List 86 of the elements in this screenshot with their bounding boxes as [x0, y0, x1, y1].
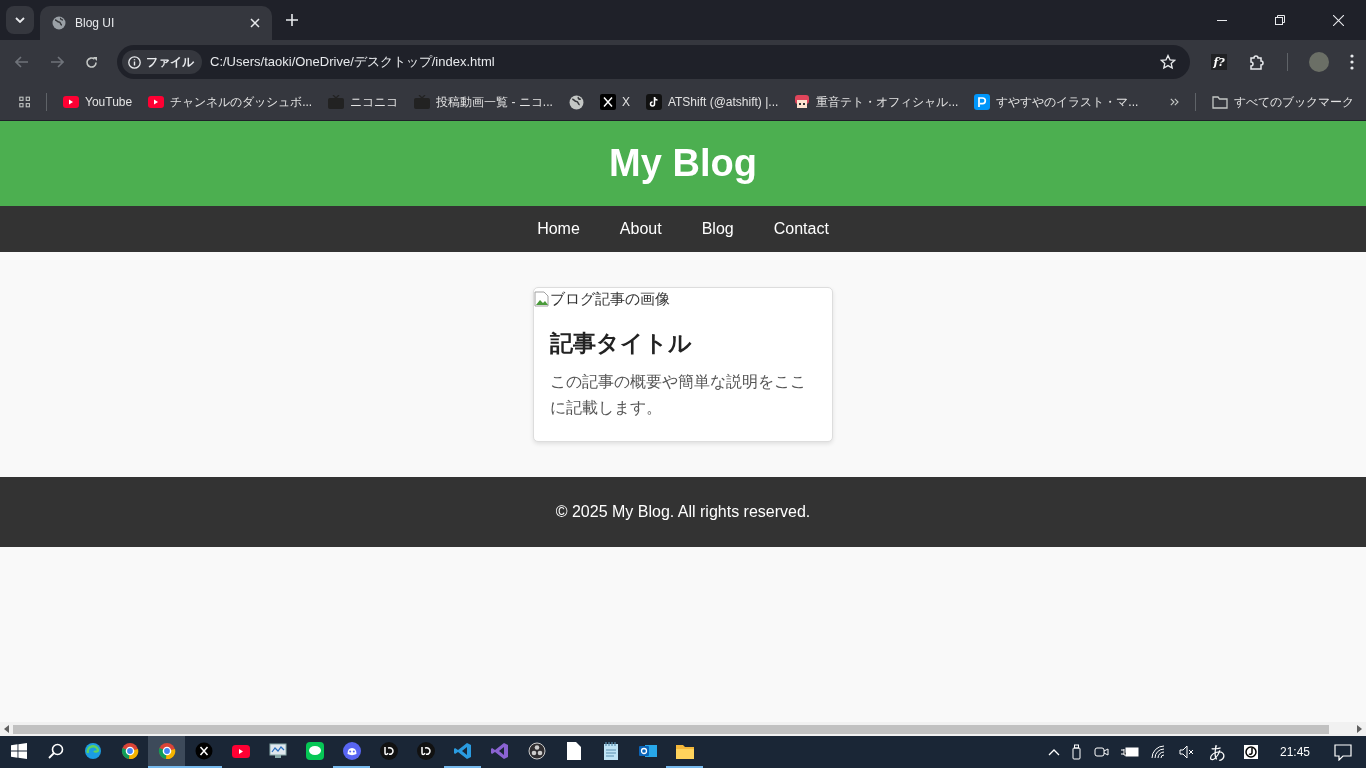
bookmark[interactable]: 重音テト・オフィシャル...	[794, 93, 959, 111]
image-alt-text: ブログ記事の画像	[550, 289, 670, 309]
card-title: 記事タイトル	[550, 329, 693, 358]
minimize-icon[interactable]	[1217, 19, 1227, 21]
star-icon[interactable]	[1160, 54, 1176, 70]
chip-label: ファイル	[146, 53, 194, 71]
info-icon	[128, 55, 141, 69]
monitor-chart-icon	[268, 743, 287, 759]
copyright-text: © 2025 My Blog. All rights reserved.	[555, 503, 811, 521]
notepad-icon	[602, 742, 619, 760]
puzzle-icon[interactable]	[1248, 53, 1266, 71]
horizontal-scrollbar[interactable]	[0, 722, 1366, 736]
nav-link[interactable]: Blog	[701, 220, 734, 238]
tab-list-button[interactable]	[6, 6, 34, 34]
tab-title: Blog UI	[75, 16, 116, 30]
chevron-up-icon[interactable]	[1047, 748, 1060, 756]
swirl-icon	[83, 742, 102, 760]
globe-icon	[568, 94, 584, 110]
play-icon	[63, 96, 80, 108]
notification-icon[interactable]	[1334, 743, 1352, 761]
site-info-chip[interactable]: ファイル	[122, 50, 202, 74]
x-letter-icon	[599, 94, 616, 110]
bookmark[interactable]: YouTube	[63, 95, 133, 109]
nav-link[interactable]: About	[619, 220, 662, 238]
all-bookmarks-button[interactable]: すべてのブックマーク	[1212, 93, 1354, 111]
tv-icon	[328, 95, 345, 109]
browser-icon	[120, 742, 139, 760]
folder-icon	[1212, 95, 1228, 109]
usb-drive-icon[interactable]	[1071, 744, 1082, 760]
bookmark-icon-button[interactable]	[568, 94, 584, 110]
camera-icon[interactable]	[1093, 745, 1109, 759]
bookmark[interactable]: すやすやのイラスト・マ...	[974, 93, 1139, 111]
card-description: この記事の概要や簡単な説明をここに記載します。	[550, 372, 807, 418]
nav-link[interactable]: Contact	[773, 220, 829, 238]
battery-plug-icon[interactable]	[1120, 746, 1139, 758]
more-vertical-icon[interactable]	[1350, 54, 1354, 70]
restore-icon[interactable]	[1275, 15, 1285, 25]
ime-mode-icon[interactable]	[1243, 745, 1258, 759]
round-glyph-icon	[379, 742, 398, 760]
site-title: My Blog	[609, 142, 757, 185]
j-glyph-icon	[1244, 746, 1257, 758]
nav-link[interactable]: Home	[537, 220, 580, 238]
bookmark[interactable]: ニコニコ	[328, 93, 399, 111]
extension-icon[interactable]: f?	[1211, 54, 1227, 70]
p-letter-icon	[974, 94, 991, 110]
document-icon	[566, 742, 581, 760]
close-icon[interactable]	[250, 18, 260, 28]
apps-grid-icon[interactable]	[19, 95, 31, 109]
play-icon	[231, 744, 250, 758]
wifi-icon[interactable]	[1150, 745, 1167, 759]
folder-icon	[675, 743, 694, 759]
chevron-down-icon	[15, 17, 25, 23]
x-letter-icon	[194, 742, 213, 760]
mail-icon	[638, 743, 657, 759]
round-glyph-icon	[416, 742, 435, 760]
scroll-right-icon[interactable]	[1357, 725, 1362, 733]
play-icon	[148, 96, 165, 108]
bookmark[interactable]: X	[599, 94, 630, 110]
search-icon	[47, 743, 64, 759]
forward-arrow-icon[interactable]	[50, 56, 64, 68]
windows-logo-icon	[10, 743, 27, 759]
bookmark[interactable]: チャンネルのダッシュボ...	[148, 93, 313, 111]
character-icon	[794, 94, 811, 110]
close-icon[interactable]	[1333, 14, 1344, 26]
game-controller-icon	[342, 742, 361, 760]
browser-icon	[157, 742, 176, 760]
address-bar[interactable]: ファイル C:/Users/taoki/OneDrive/デスクトップ/index.html	[117, 45, 1190, 79]
double-chevron-icon[interactable]	[1170, 97, 1180, 107]
scrollbar-thumb[interactable]	[13, 724, 1329, 734]
input-method-indicator[interactable]: あ	[1208, 740, 1226, 764]
clock[interactable]: 21:45	[1279, 745, 1310, 759]
globe-icon	[52, 16, 66, 30]
reload-icon[interactable]	[85, 55, 98, 69]
tv-icon	[414, 95, 431, 109]
scroll-left-icon[interactable]	[4, 725, 9, 733]
url-text: C:/Users/taoki/OneDrive/デスクトップ/index.html	[210, 53, 495, 71]
back-arrow-icon[interactable]	[15, 56, 29, 68]
chat-bubble-icon	[305, 742, 324, 760]
record-circle-icon	[527, 742, 546, 760]
code-editor-icon	[453, 742, 472, 760]
bookmark[interactable]: ATShift (@atshift) |...	[645, 94, 779, 110]
plus-icon[interactable]	[286, 14, 298, 26]
bookmark[interactable]: 投稿動画一覧 - ニコ...	[414, 93, 553, 111]
music-note-icon	[645, 94, 662, 110]
speaker-muted-icon[interactable]	[1178, 745, 1195, 759]
browser-tab[interactable]: Blog UI	[40, 6, 272, 40]
